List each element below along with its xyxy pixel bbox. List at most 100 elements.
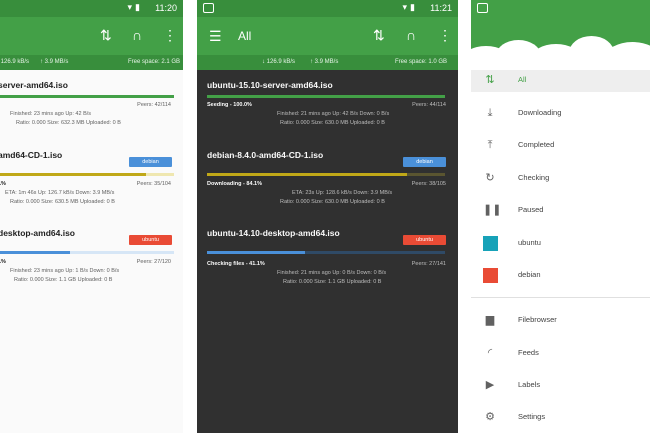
peers: Peers: 42/114 (137, 102, 171, 108)
label-badge: debian (129, 157, 172, 167)
hamburger-menu-icon[interactable]: ☰ (209, 28, 222, 45)
torrent-item[interactable]: desktop-amd64.iso ubuntu 1% Peers: 27/12… (0, 222, 183, 302)
rss-icon: ◜ (487, 347, 493, 359)
status-bar: ▾▮ 11:21 (197, 0, 458, 17)
notification-icon (477, 3, 488, 13)
status-time: 11:21 (430, 3, 452, 13)
toolbar-title: All (238, 29, 252, 43)
peers: Peers: 27/120 (136, 259, 171, 265)
wifi-battery-icons: ▾▮ (402, 2, 418, 12)
download-speed: ↓ 126.9 kB/s (262, 59, 296, 65)
label-color-swatch (483, 268, 498, 283)
torrent-stats: Ratio: 0.000 Size: 630.5 MB Uploaded: 0 … (10, 199, 115, 205)
folder-icon: ▆ (485, 314, 495, 326)
filter-label: Paused (518, 205, 544, 214)
wifi-battery-icons: ▾▮ (127, 2, 143, 12)
sort-icon: ⇅ (485, 74, 495, 86)
progress-fill (0, 95, 174, 98)
label-ubuntu[interactable]: ubuntu (471, 233, 650, 255)
torrent-name: debian-8.4.0-amd64-CD-1.iso (207, 150, 324, 160)
nav-label: Filebrowser (518, 315, 557, 324)
filter-downloading[interactable]: ⤓ Downloading (471, 103, 650, 125)
peers: Peers: 27/141 (411, 261, 446, 267)
torrent-status: Checking files - 41.1% (207, 261, 265, 267)
notification-icon (203, 3, 214, 13)
torrent-details: Finished: 21 mins ago Up: 42 B/s Down: 0… (277, 111, 390, 117)
nav-labels[interactable]: ▶ Labels (471, 375, 650, 397)
speed-bar: ↓ 126.9 kB/s ↑ 3.9 MB/s Free space: 1.0 … (197, 55, 458, 70)
peers: Peers: 35/104 (136, 181, 171, 187)
torrent-name: desktop-amd64.iso (0, 228, 75, 238)
filter-label: Checking (518, 173, 550, 182)
torrent-item[interactable]: ubuntu-15.10-server-amd64.iso Seeding - … (197, 74, 458, 144)
progress-bar (0, 95, 174, 98)
free-space: Free space: 2.1 GB (128, 59, 181, 65)
progress-fill (207, 173, 408, 176)
filter-label: Downloading (518, 108, 562, 117)
gear-icon: ⚙ (485, 411, 495, 423)
progress-fill (0, 251, 71, 254)
magnet-icon[interactable]: ∩ (406, 27, 416, 43)
torrent-details: ETA: 1m 46s Up: 126.7 kB/s Down: 3.9 MB/… (5, 190, 115, 196)
label-debian[interactable]: debian (471, 265, 650, 287)
sort-icon[interactable]: ⇅ (100, 27, 112, 44)
filter-checking[interactable]: ↻ Checking (471, 168, 650, 190)
download-speed: ↓ 126.9 kB/s (0, 59, 30, 65)
upload-icon: ⤒ (487, 139, 493, 151)
torrent-name: ubuntu-15.10-server-amd64.iso (207, 80, 333, 90)
progress-bar (207, 95, 445, 98)
filter-label: Completed (518, 140, 555, 149)
toolbar: ⇅ ∩ ⋮ (0, 17, 183, 55)
filter-paused[interactable]: ❚❚ Paused (471, 200, 650, 222)
nav-label: Settings (518, 412, 546, 421)
label-badge: ubuntu (403, 235, 446, 245)
progress-fill (207, 251, 305, 254)
drawer-header (471, 0, 650, 76)
torrent-details: ETA: 23s Up: 128.6 kB/s Down: 3.9 MB/s (292, 190, 393, 196)
nav-filebrowser[interactable]: ▆ Filebrowser (471, 310, 650, 332)
torrent-stats: Ratio: 0.000 Size: 630.0 MB Uploaded: 0 … (280, 120, 385, 126)
divider (471, 297, 650, 298)
torrent-status: Seeding - 100.0% (207, 102, 252, 108)
refresh-icon: ↻ (485, 172, 495, 184)
filter-label: All (518, 75, 527, 84)
dark-theme-screen: ▾▮ 11:21 ☰ All ⇅ ∩ ⋮ ↓ 126.9 kB/s ↑ 3.9 … (197, 0, 458, 433)
nav-feeds[interactable]: ◜ Feeds (471, 343, 650, 365)
overflow-menu-icon[interactable]: ⋮ (438, 27, 452, 44)
torrent-name: amd64-CD-1.iso (0, 150, 63, 160)
torrent-item[interactable]: ubuntu-14.10-desktop-amd64.iso ubuntu Ch… (197, 222, 458, 302)
torrent-stats: Ratio: 0.000 Size: 1.1 GB Uploaded: 0 B (283, 279, 382, 285)
label-icon: ▶ (485, 379, 495, 391)
torrent-item[interactable]: server-amd64.iso Peers: 42/114 Finished:… (0, 74, 183, 144)
progress-bar (207, 173, 445, 176)
torrent-name: ubuntu-14.10-desktop-amd64.iso (207, 228, 340, 238)
progress-bar (207, 251, 445, 254)
progress-bar (0, 251, 174, 254)
torrent-item[interactable]: debian-8.4.0-amd64-CD-1.iso debian Downl… (197, 144, 458, 222)
upload-speed: ↑ 3.9 MB/s (40, 59, 69, 65)
overflow-menu-icon[interactable]: ⋮ (163, 27, 177, 44)
torrent-stats: Ratio: 0.000 Size: 630.0 MB Uploaded: 0 … (280, 199, 385, 205)
torrent-item[interactable]: amd64-CD-1.iso debian 1% Peers: 35/104 E… (0, 144, 183, 222)
torrent-name: server-amd64.iso (0, 80, 68, 90)
magnet-icon[interactable]: ∩ (132, 27, 142, 43)
speed-bar: ↓ 126.9 kB/s ↑ 3.9 MB/s Free space: 2.1 … (0, 55, 183, 70)
nav-settings[interactable]: ⚙ Settings (471, 407, 650, 429)
label-name: debian (518, 270, 541, 279)
torrent-status: 1% (0, 259, 6, 265)
download-icon: ⤓ (487, 107, 493, 119)
status-bar: ▾▮ 11:20 (0, 0, 183, 17)
sort-icon[interactable]: ⇅ (373, 27, 385, 44)
pause-icon: ❚❚ (483, 204, 502, 216)
filter-completed[interactable]: ⤒ Completed (471, 135, 650, 157)
light-theme-screen: ▾▮ 11:20 ⇅ ∩ ⋮ ↓ 126.9 kB/s ↑ 3.9 MB/s F… (0, 0, 183, 433)
torrent-stats: Ratio: 0.000 Size: 632.3 MB Uploaded: 0 … (16, 120, 121, 126)
upload-speed: ↑ 3.9 MB/s (310, 59, 339, 65)
peers: Peers: 38/105 (411, 181, 446, 187)
label-color-swatch (483, 236, 498, 251)
toolbar: ☰ All ⇅ ∩ ⋮ (197, 17, 458, 55)
label-name: ubuntu (518, 238, 541, 247)
peers: Peers: 44/114 (412, 102, 446, 108)
progress-fill (0, 173, 147, 176)
filter-all[interactable]: ⇅ All (471, 70, 650, 92)
